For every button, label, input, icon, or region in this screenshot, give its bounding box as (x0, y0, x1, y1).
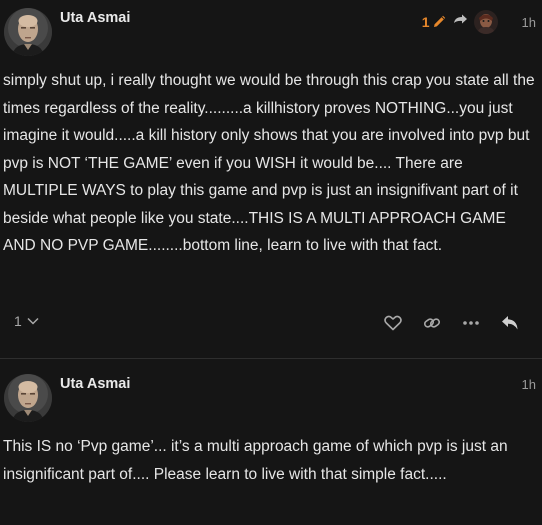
like-button[interactable] (382, 313, 404, 333)
post-body: This IS no ‘Pvp game’... it’s a multi ap… (3, 438, 508, 483)
reply-to-indicator[interactable] (452, 14, 468, 31)
pencil-icon (433, 15, 445, 27)
edit-history-button[interactable]: 1 (422, 14, 446, 30)
avatar-portrait-icon (4, 374, 52, 422)
reply-icon (502, 316, 518, 330)
username[interactable]: Uta Asmai (60, 376, 130, 392)
reply-to-avatar[interactable] (473, 10, 498, 34)
edit-count: 1 (421, 14, 430, 30)
link-icon (423, 318, 441, 328)
avatar-portrait-icon (4, 8, 52, 56)
avatar[interactable] (4, 8, 52, 56)
post-time[interactable]: 1h (522, 377, 536, 392)
post-divider (0, 358, 542, 359)
reply-arrow-icon (453, 14, 467, 23)
username[interactable]: Uta Asmai (60, 10, 130, 26)
post-actions: 1 (0, 310, 542, 336)
reply-to-user-avatar-icon (473, 10, 498, 34)
post-body: simply shut up, i really thought we woul… (3, 72, 535, 254)
more-options-button[interactable] (460, 313, 482, 333)
post-1: Uta Asmai 1 1h simply shut up, i really … (0, 0, 542, 360)
heart-icon (384, 315, 402, 331)
copy-link-button[interactable] (421, 313, 443, 333)
post-2: Uta Asmai 1h This IS no ‘Pvp game’... it… (0, 360, 542, 525)
ellipsis-icon (463, 321, 479, 325)
reply-button[interactable] (499, 313, 521, 333)
like-count-button[interactable]: 1 (14, 313, 39, 329)
post-meta: 1h (522, 377, 536, 392)
like-count: 1 (14, 313, 22, 329)
avatar[interactable] (4, 374, 52, 422)
post-time[interactable]: 1h (522, 15, 536, 30)
post-meta: 1 1h (422, 10, 536, 34)
chevron-down-icon (27, 317, 39, 325)
